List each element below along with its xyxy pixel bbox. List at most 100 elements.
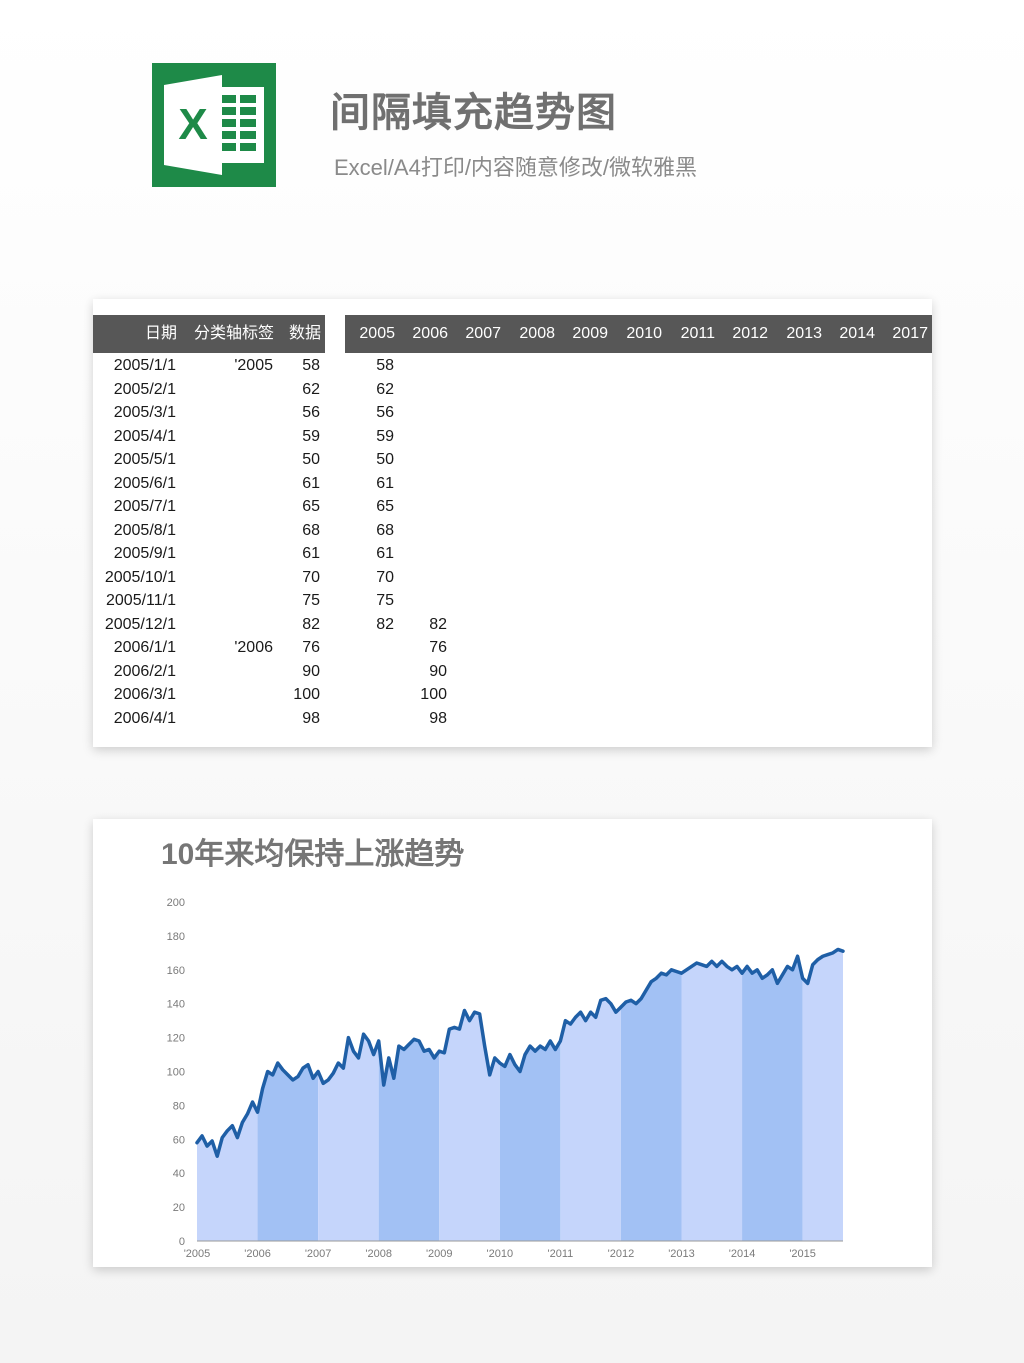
data-point — [740, 971, 744, 975]
data-point — [761, 977, 764, 980]
cell-value: 70 — [302, 568, 320, 586]
data-point — [357, 1056, 360, 1060]
data-point — [513, 1063, 517, 1066]
data-point — [226, 1129, 229, 1133]
cell-year-2005: 82 — [376, 615, 394, 633]
cell-axis-label — [181, 495, 273, 518]
data-point — [549, 1039, 552, 1043]
data-point — [523, 1053, 527, 1056]
data-point — [609, 1002, 613, 1005]
data-point — [518, 1070, 522, 1073]
cell-year-2006 — [398, 378, 447, 401]
cell-year-2005: 75 — [376, 592, 394, 609]
data-point — [710, 960, 713, 963]
cell-year-2005: 62 — [376, 380, 394, 398]
table-header-left: 日期 分类轴标签 数据 — [93, 315, 325, 353]
data-point — [619, 1005, 623, 1009]
cell-year-2006 — [398, 354, 447, 377]
data-point — [836, 948, 840, 951]
data-point — [816, 958, 819, 961]
y-tick-label: 140 — [167, 999, 185, 1011]
data-point — [826, 953, 830, 956]
data-point — [316, 1070, 320, 1073]
cell-date: 2005/3/1 — [113, 404, 176, 421]
data-point — [579, 1010, 582, 1014]
data-point — [372, 1053, 375, 1056]
year-band — [802, 949, 843, 1241]
y-tick-label: 180 — [167, 931, 185, 943]
cell-year-2006 — [398, 472, 447, 495]
cell-year-2006 — [398, 448, 447, 471]
cell-value: 90 — [302, 662, 320, 680]
cell-year-2006 — [398, 519, 447, 542]
data-point — [841, 949, 845, 953]
cell-year-2006 — [398, 542, 447, 565]
y-tick-label: 200 — [167, 897, 185, 909]
band-group — [197, 949, 843, 1241]
data-point — [791, 968, 794, 971]
data-point — [246, 1112, 249, 1116]
data-point — [528, 1044, 532, 1048]
data-point — [251, 1100, 254, 1104]
x-tick-label: '2008 — [365, 1248, 392, 1260]
cell-year-2005 — [345, 660, 394, 683]
cell-value: 82 — [302, 615, 320, 633]
x-tick-label: '2007 — [305, 1248, 332, 1260]
y-tick-label: 20 — [173, 1202, 185, 1214]
trend-area-chart: 0 20 40 60 80 100 120 140 160 180 200 '2005 '2006 '20… — [167, 897, 845, 1260]
data-point — [771, 968, 774, 971]
cell-year-2006: 100 — [420, 686, 447, 703]
data-point — [599, 999, 602, 1002]
data-point — [311, 1077, 315, 1080]
data-point — [438, 1049, 441, 1053]
year-header: 2006 — [412, 325, 448, 342]
cell-value: 98 — [302, 709, 320, 727]
data-point — [604, 997, 607, 1000]
y-tick-label: 80 — [173, 1100, 185, 1112]
cell-date: 2006/2/1 — [113, 662, 176, 680]
data-point — [458, 1027, 461, 1031]
data-point — [332, 1071, 335, 1075]
cell-date: 2005/6/1 — [113, 474, 176, 492]
data-point — [559, 1039, 562, 1043]
cell-value: 61 — [302, 474, 320, 492]
year-band — [499, 949, 561, 1241]
y-tick-label: 0 — [179, 1236, 185, 1248]
x-tick-label: '2014 — [729, 1248, 756, 1260]
x-tick-label: '2010 — [487, 1248, 514, 1260]
data-point — [412, 1038, 416, 1041]
y-tick-label: 40 — [173, 1168, 185, 1180]
data-point — [367, 1039, 370, 1043]
cell-value: 61 — [302, 545, 320, 562]
data-point — [453, 1026, 456, 1029]
data-point — [478, 1012, 481, 1016]
cell-date: 2006/1/1 — [113, 639, 176, 656]
cell-axis-label — [181, 683, 273, 706]
cell-year-2005: 65 — [376, 498, 394, 515]
data-point — [655, 977, 658, 980]
data-point — [327, 1078, 330, 1082]
cell-value: 100 — [293, 686, 320, 703]
cell-year-2005 — [345, 707, 394, 730]
year-band — [742, 949, 803, 1241]
year-header: 2008 — [519, 325, 555, 342]
cell-axis-label — [181, 707, 273, 730]
cell-year-2005: 68 — [376, 521, 394, 539]
data-point — [205, 1144, 209, 1148]
data-point — [427, 1048, 431, 1051]
cell-value: 56 — [302, 404, 320, 421]
data-point — [594, 1016, 597, 1019]
data-point — [402, 1048, 406, 1051]
data-point — [695, 961, 698, 965]
cell-year-2005: 59 — [376, 427, 394, 445]
data-point — [221, 1136, 224, 1139]
excel-logo-graphic: X — [152, 63, 276, 187]
data-point — [306, 1063, 310, 1066]
cell-year-2005: 50 — [376, 451, 394, 468]
year-header: 2009 — [572, 325, 608, 342]
year-header: 2012 — [732, 325, 768, 342]
cell-year-2005 — [345, 683, 394, 706]
cell-axis-label: '2005 — [234, 357, 273, 374]
cell-axis-label: '2006 — [234, 639, 273, 656]
cell-date: 2006/4/1 — [113, 709, 176, 727]
